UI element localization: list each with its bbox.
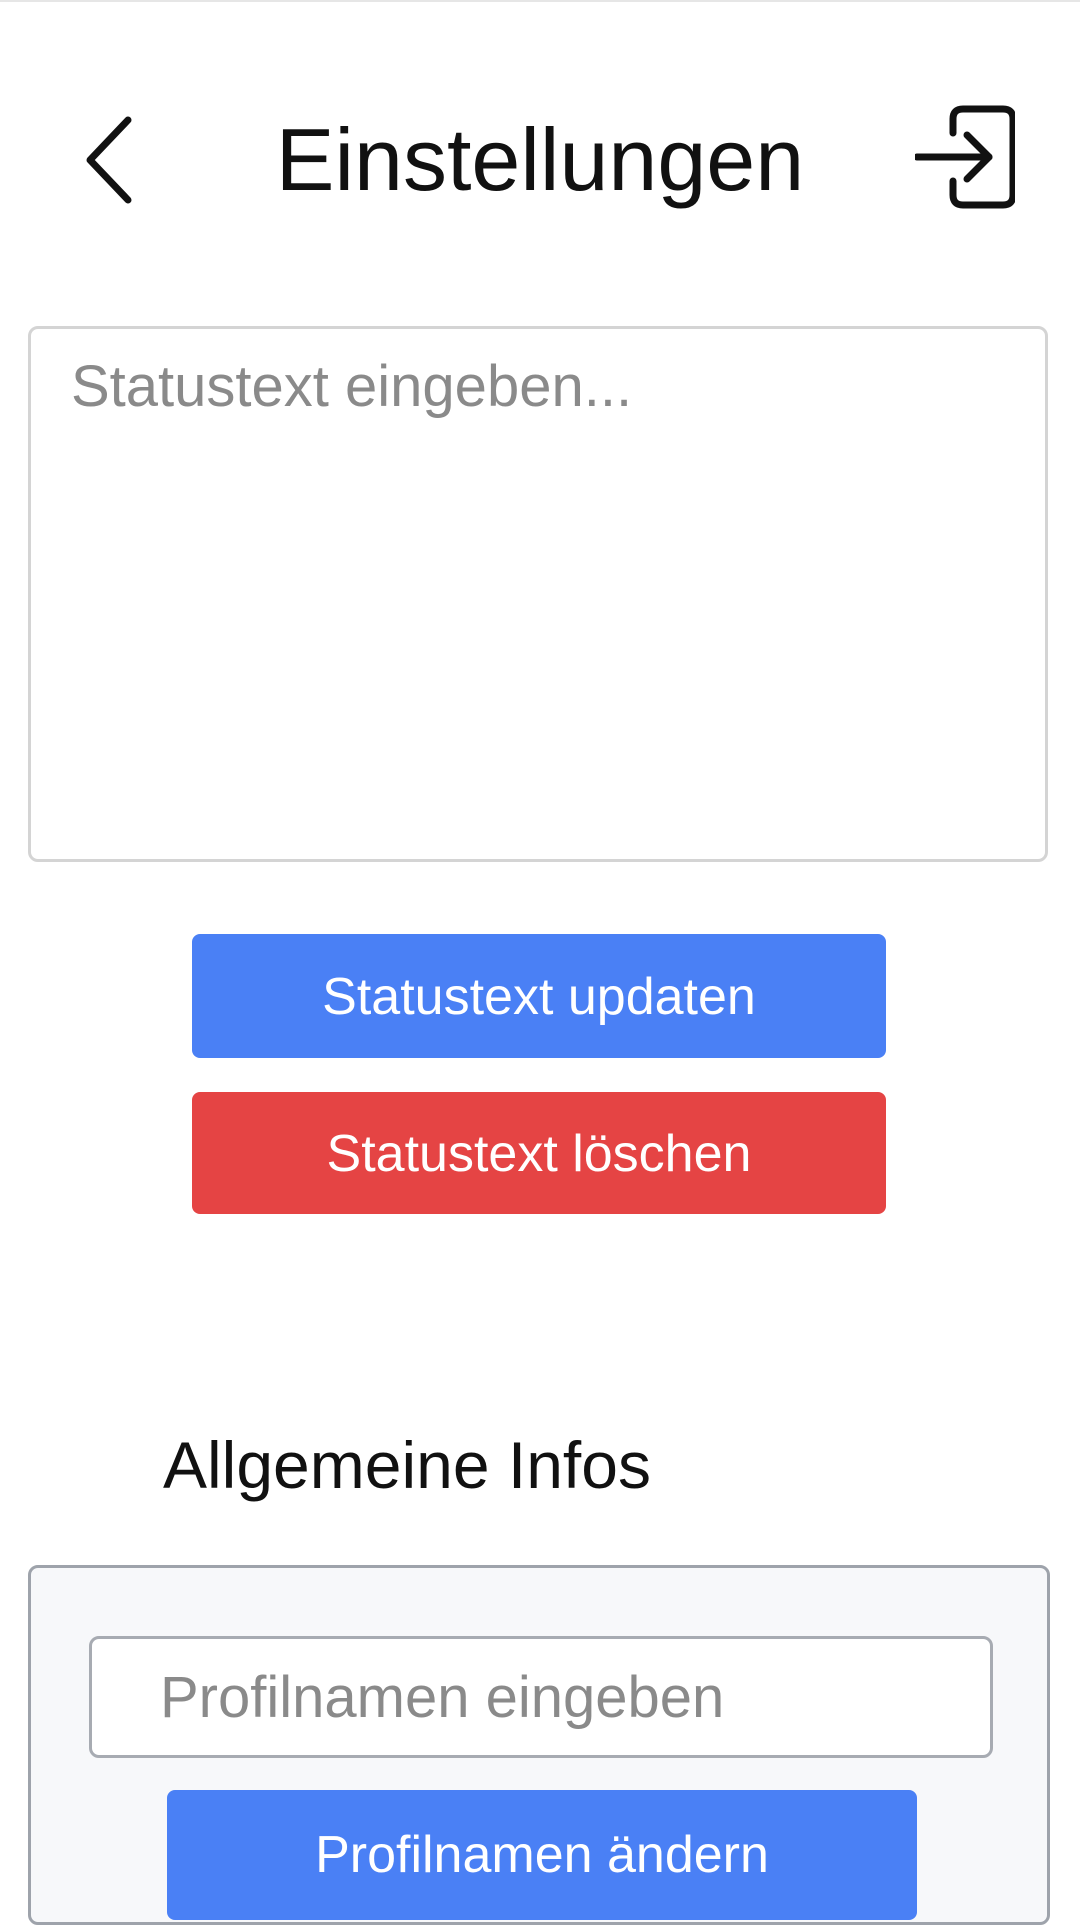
status-text-input[interactable] bbox=[28, 326, 1048, 862]
change-profile-name-button[interactable]: Profilnamen ändern bbox=[167, 1790, 917, 1920]
top-divider bbox=[0, 0, 1080, 2]
logout-button[interactable] bbox=[910, 102, 1020, 212]
back-button[interactable] bbox=[70, 110, 150, 210]
delete-status-button[interactable]: Statustext löschen bbox=[192, 1092, 886, 1214]
chevron-left-icon bbox=[86, 116, 132, 204]
general-info-card: Profilnamen ändern bbox=[28, 1565, 1050, 1925]
section-title-general-info: Allgemeine Infos bbox=[163, 1428, 651, 1502]
header: Einstellungen bbox=[0, 90, 1080, 230]
update-status-button[interactable]: Statustext updaten bbox=[192, 934, 886, 1058]
login-arrow-icon bbox=[915, 105, 1015, 209]
profile-name-input[interactable] bbox=[89, 1636, 993, 1758]
